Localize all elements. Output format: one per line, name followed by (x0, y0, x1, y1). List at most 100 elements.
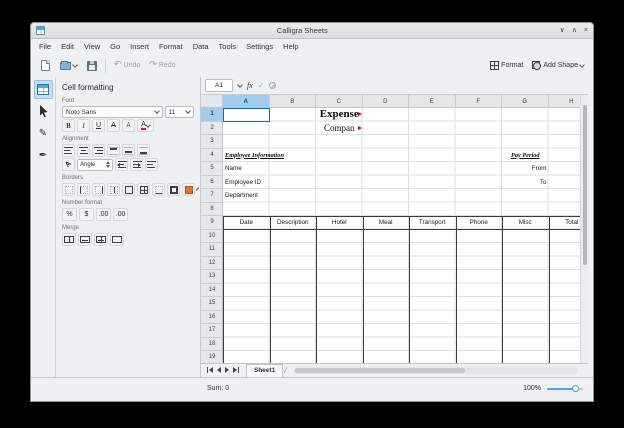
cell-G6[interactable]: To (502, 176, 549, 190)
row-header-8[interactable]: 8 (201, 203, 223, 217)
bold-button[interactable]: B (62, 119, 75, 132)
unmerge-cells-button[interactable] (110, 233, 124, 246)
vertical-scrollbar-thumb[interactable] (583, 105, 587, 265)
freehand-tool-button[interactable]: ✎ (34, 124, 53, 143)
column-header-H[interactable]: H (549, 95, 581, 108)
minimize-button[interactable]: ∨ (560, 27, 565, 35)
row-header-14[interactable]: 14 (201, 284, 223, 298)
sheet-tab[interactable]: Sheet1 (246, 364, 283, 377)
cell-grid[interactable]: ExpenseCompan Employee Information Pay Per… (223, 108, 582, 365)
menu-go[interactable]: Go (105, 42, 125, 51)
border-thick-button[interactable] (167, 183, 180, 196)
merge-horizontal-button[interactable] (78, 233, 92, 246)
border-bottom-button[interactable] (152, 183, 165, 196)
cell-A6[interactable]: Employee ID (223, 176, 270, 190)
cell-C1[interactable]: Expense (316, 108, 363, 122)
previous-sheet-button[interactable] (217, 367, 221, 373)
currency-format-button[interactable]: $ (79, 208, 94, 221)
border-inner-vertical-button[interactable] (107, 183, 120, 196)
border-color-button[interactable] (182, 183, 195, 196)
row-header-1[interactable]: 1 (201, 108, 223, 122)
horizontal-scrollbar-thumb[interactable] (295, 368, 466, 373)
column-header-G[interactable]: G (502, 95, 549, 108)
menu-edit[interactable]: Edit (56, 42, 79, 51)
merge-vertical-button[interactable] (94, 233, 108, 246)
row-header-13[interactable]: 13 (201, 270, 223, 284)
undo-button[interactable]: ↶ Undo (111, 57, 143, 74)
save-button[interactable] (83, 57, 100, 74)
row-header-16[interactable]: 16 (201, 311, 223, 325)
menu-help[interactable]: Help (278, 42, 303, 51)
font-size-combo[interactable]: 11 (165, 106, 194, 118)
function-button[interactable]: fx (247, 81, 253, 90)
rotate-text-button[interactable]: A (62, 158, 75, 171)
cell-A4[interactable]: Employee Information (223, 149, 270, 163)
close-button[interactable]: × (584, 27, 588, 35)
align-center-button[interactable] (77, 144, 90, 157)
column-header-A[interactable]: A (223, 95, 270, 108)
cell-E9[interactable]: Transport (409, 216, 456, 230)
zoom-slider-handle[interactable] (572, 385, 579, 392)
cell-G4[interactable]: Pay Period (502, 149, 549, 163)
last-sheet-button[interactable] (233, 367, 239, 373)
column-header-B[interactable]: B (270, 95, 317, 108)
row-header-6[interactable]: 6 (201, 176, 223, 190)
row-header-4[interactable]: 4 (201, 149, 223, 163)
cell-G5[interactable]: From (502, 162, 549, 176)
align-right-button[interactable] (92, 144, 105, 157)
cell-D9[interactable]: Meal (363, 216, 410, 230)
cell-A7[interactable]: Department (223, 189, 270, 203)
cell-reference-box[interactable]: A1 (205, 79, 233, 92)
strikethrough-button[interactable]: A (107, 119, 120, 132)
cancel-icon[interactable] (269, 82, 276, 89)
row-header-5[interactable]: 5 (201, 162, 223, 176)
menu-settings[interactable]: Settings (241, 42, 278, 51)
spin-up-icon[interactable] (106, 161, 110, 164)
cell-G9[interactable]: Misc (502, 216, 549, 230)
horizontal-scrollbar[interactable] (294, 367, 578, 374)
italic-button[interactable]: I (77, 119, 90, 132)
border-left-button[interactable] (77, 183, 90, 196)
cell-tool-button[interactable] (34, 80, 53, 99)
row-header-10[interactable]: 10 (201, 230, 223, 244)
spin-down-icon[interactable] (106, 165, 110, 168)
row-header-2[interactable]: 2 (201, 122, 223, 136)
border-right-button[interactable] (92, 183, 105, 196)
redo-button[interactable]: ↷ Redo (146, 57, 178, 74)
cell-B9[interactable]: Description (270, 216, 317, 230)
underline-button[interactable]: U (92, 119, 105, 132)
decrease-indent-button[interactable] (115, 158, 128, 171)
column-header-C[interactable]: C (316, 95, 363, 108)
next-sheet-button[interactable] (225, 367, 229, 373)
cell-C2[interactable]: Compan (316, 122, 363, 136)
merge-cells-button[interactable] (62, 233, 76, 246)
row-header-17[interactable]: 17 (201, 324, 223, 338)
row-header-11[interactable]: 11 (201, 243, 223, 257)
vertical-text-button[interactable]: A (122, 119, 135, 132)
wrap-text-button[interactable] (145, 158, 158, 171)
vertical-scrollbar[interactable] (580, 95, 588, 363)
column-header-D[interactable]: D (363, 95, 410, 108)
first-sheet-button[interactable] (207, 367, 213, 373)
new-document-button[interactable] (37, 57, 54, 74)
align-top-button[interactable] (107, 144, 120, 157)
percent-format-button[interactable]: % (62, 208, 77, 221)
cell-A9[interactable]: Date (223, 216, 270, 230)
row-header-18[interactable]: 18 (201, 338, 223, 352)
menu-file[interactable]: File (34, 42, 56, 51)
font-color-button[interactable]: A (137, 119, 154, 132)
align-left-button[interactable] (62, 144, 75, 157)
cell-C9[interactable]: Hotel (316, 216, 363, 230)
border-frame-button[interactable] (122, 183, 135, 196)
add-shape-button[interactable]: Add Shape (529, 57, 587, 74)
row-header-3[interactable]: 3 (201, 135, 223, 149)
cell-A5[interactable]: Name (223, 162, 270, 176)
align-bottom-button[interactable] (137, 144, 150, 157)
select-all-corner[interactable] (201, 95, 223, 108)
angle-spinbox[interactable]: Angle (77, 159, 113, 171)
shape-select-tool-button[interactable] (34, 102, 53, 121)
column-header-F[interactable]: F (456, 95, 503, 108)
calligraphy-tool-button[interactable]: ✒ (34, 146, 53, 165)
row-header-9[interactable]: 9 (201, 216, 223, 230)
border-none-button[interactable] (62, 183, 75, 196)
